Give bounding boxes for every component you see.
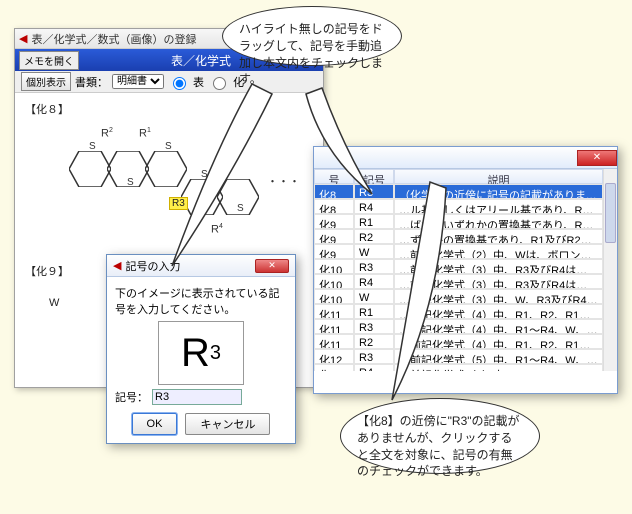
table-cell[interactable]: 化12 — [314, 349, 354, 364]
dialog-msg: 下のイメージに表示されている記号を入力してください。 — [115, 285, 287, 317]
scrollbar-thumb[interactable] — [605, 183, 616, 243]
shurui-label: 書類： — [75, 74, 108, 90]
callout-1: ハイライト無しの記号をドラッグして、記号を手動追加し本文内をチェックします。 — [222, 6, 422, 66]
table-cell[interactable]: 化9 — [314, 229, 354, 244]
s-label: S — [89, 141, 96, 152]
symbol-input-dialog: ◀ 記号の入力 ✕ 下のイメージに表示されている記号を入力してください。 R3 … — [106, 254, 296, 444]
table-cell[interactable]: 化9 — [314, 214, 354, 229]
symbol-input[interactable] — [152, 389, 242, 405]
table-cell[interactable]: 化11 — [314, 334, 354, 349]
table-cell[interactable]: 化10 — [314, 289, 354, 304]
r1-label: R1 — [139, 127, 151, 140]
table-cell[interactable]: 化10 — [314, 274, 354, 289]
table-cell[interactable]: 化9 — [314, 244, 354, 259]
close-icon[interactable]: ✕ — [577, 150, 617, 166]
triangle-icon: ◀ — [113, 259, 121, 272]
field-label: 記号： — [115, 389, 148, 405]
s-label: S — [127, 177, 134, 188]
r2-label: R2 — [101, 127, 113, 140]
callout-tail — [360, 178, 480, 408]
table-cell[interactable]: 化10 — [314, 259, 354, 274]
kobetsu-button[interactable]: 個別表示 — [21, 72, 71, 91]
shurui-select[interactable]: 明細書 — [112, 74, 164, 89]
table-cell[interactable]: 化11 — [314, 319, 354, 334]
dialog-body: 下のイメージに表示されている記号を入力してください。 R3 記号： OK キャン… — [107, 277, 295, 443]
scrollbar[interactable] — [603, 169, 617, 371]
table-cell[interactable]: 化12 — [314, 364, 354, 371]
triangle-icon: ◀ — [19, 32, 27, 45]
memo-button[interactable]: メモを開く — [19, 51, 79, 70]
callout-tail — [162, 76, 302, 276]
table-cell[interactable]: 化11 — [314, 304, 354, 319]
callout-2-text: 【化8】の近傍に"R3"の記載がありませんが、クリックすると全文を対象に、記号の… — [340, 398, 540, 474]
callout-1-text: ハイライト無しの記号をドラッグして、記号を手動追加し本文内をチェックします。 — [222, 6, 402, 66]
callout-2: 【化8】の近傍に"R3"の記載がありませんが、クリックすると全文を対象に、記号の… — [340, 398, 570, 474]
main-title: 表／化学式／数式（画像）の登録 — [31, 31, 196, 47]
symbol-preview: R3 — [158, 321, 244, 385]
cancel-button[interactable]: キャンセル — [185, 413, 270, 435]
ok-button[interactable]: OK — [132, 413, 178, 435]
